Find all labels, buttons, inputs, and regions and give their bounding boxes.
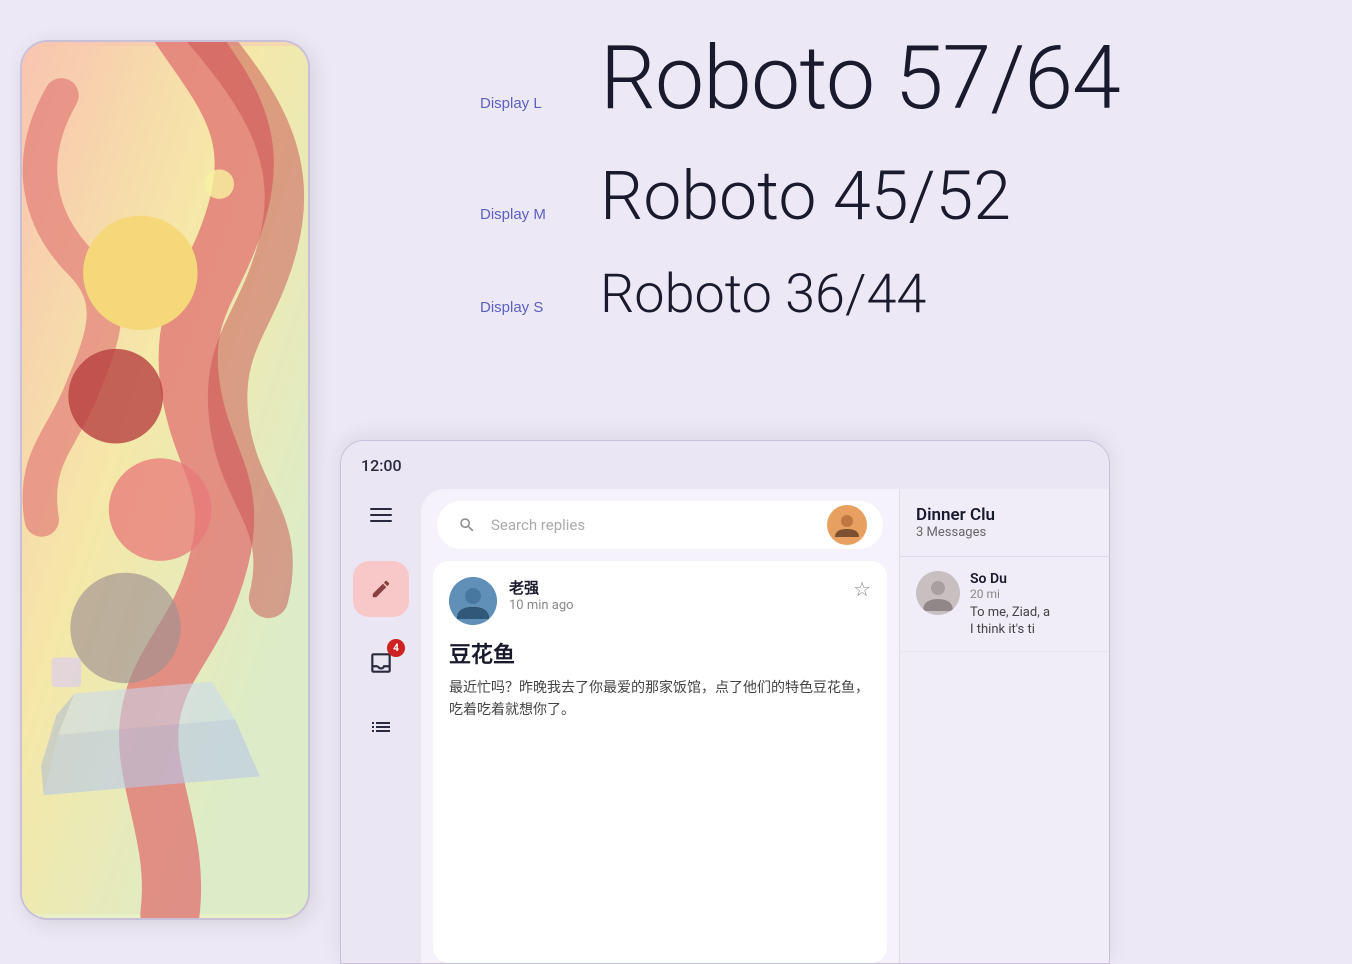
mockup-right-panel: Dinner Clu 3 Messages So Du 20 mi: [899, 489, 1109, 963]
right-item-avatar-icon: [916, 571, 960, 615]
display-s-label: Display S: [480, 299, 600, 316]
menu-icon[interactable]: [363, 497, 399, 533]
right-panel-header: Dinner Clu 3 Messages: [900, 489, 1109, 557]
left-panel: [0, 0, 340, 964]
mockup-top-bar: 12:00: [341, 441, 1109, 489]
dinner-club-title: Dinner Clu: [916, 505, 1093, 525]
display-l-label: Display L: [480, 95, 600, 112]
star-icon[interactable]: ☆: [853, 577, 871, 601]
inbox-icon-wrap[interactable]: 4: [363, 645, 399, 681]
right-item-preview: To me, Ziad, a: [970, 605, 1093, 620]
right-item-time: 20 mi: [970, 587, 1093, 601]
edit-icon: [370, 578, 392, 600]
sender-name: 老强: [509, 577, 841, 598]
message-title: 豆花鱼: [449, 637, 871, 669]
mockup-content: 4 Search replies: [341, 489, 1109, 963]
display-l-text: Roboto 57/64: [600, 30, 1120, 129]
display-s-text: Roboto 36/44: [600, 263, 926, 328]
message-time: 10 min ago: [509, 598, 841, 613]
display-m-label: Display M: [480, 206, 600, 223]
phone-illustration: [22, 42, 308, 918]
right-panel-item[interactable]: So Du 20 mi To me, Ziad, a I think it's …: [900, 557, 1109, 652]
inbox-badge: 4: [387, 639, 405, 657]
avatar-person-icon: [829, 507, 865, 543]
list-svg-icon: [369, 715, 393, 739]
search-bar[interactable]: Search replies: [437, 501, 883, 549]
phone-frame: [20, 40, 310, 920]
display-m-text: Roboto 45/52: [600, 157, 1011, 235]
right-item-name: So Du: [970, 571, 1093, 587]
phone-ui-mockup: 12:00: [340, 440, 1110, 964]
right-panel: Display L Roboto 57/64 Display M Roboto …: [340, 0, 1352, 964]
message-header: 老强 10 min ago ☆: [449, 577, 871, 625]
edit-fab-button[interactable]: [353, 561, 409, 617]
mockup-time: 12:00: [361, 456, 402, 475]
display-m-row: Display M Roboto 45/52: [480, 157, 1340, 235]
display-l-row: Display L Roboto 57/64: [480, 30, 1340, 129]
message-card: 老强 10 min ago ☆ 豆花鱼 最近忙吗？昨晚我去了你最爱的那家饭馆，点…: [433, 561, 887, 963]
user-avatar[interactable]: [827, 505, 867, 545]
sender-avatar: [449, 577, 497, 625]
mockup-main: Search replies: [421, 489, 899, 963]
mockup-sidebar: 4: [341, 489, 421, 963]
search-placeholder-text: Search replies: [491, 516, 817, 534]
right-item-info: So Du 20 mi To me, Ziad, a I think it's …: [970, 571, 1093, 637]
message-info: 老强 10 min ago: [509, 577, 841, 613]
dinner-club-message-count: 3 Messages: [916, 525, 1093, 540]
sender-avatar-icon: [449, 577, 497, 625]
list-icon[interactable]: [363, 709, 399, 745]
search-icon: [453, 511, 481, 539]
right-item-avatar: [916, 571, 960, 615]
right-item-preview2: I think it's ti: [970, 622, 1093, 637]
message-body: 最近忙吗？昨晚我去了你最爱的那家饭馆，点了他们的特色豆花鱼，吃着吃着就想你了。: [449, 677, 871, 722]
display-s-row: Display S Roboto 36/44: [480, 263, 1340, 328]
typography-section: Display L Roboto 57/64 Display M Roboto …: [480, 30, 1340, 356]
hamburger-lines: [370, 508, 392, 522]
